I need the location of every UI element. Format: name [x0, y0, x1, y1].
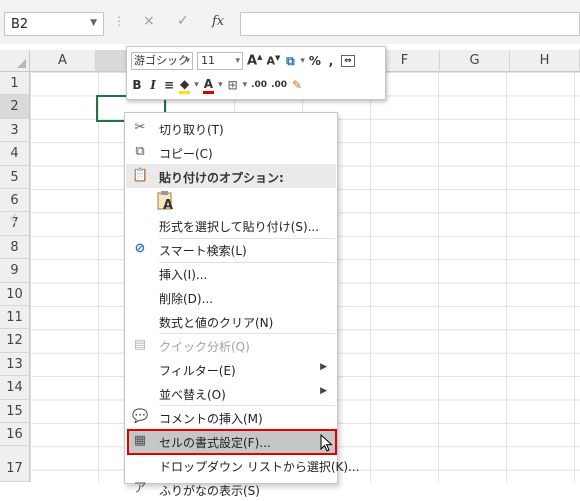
clipboard-icon: 📋	[132, 168, 149, 183]
column-header-h[interactable]: H	[510, 50, 580, 72]
row-header[interactable]: 12	[0, 329, 30, 353]
drag-handle-icon[interactable]: ⋮	[113, 14, 126, 28]
phonetic-icon: ア	[133, 481, 147, 496]
menu-item-paste-special[interactable]: 形式を選択して貼り付け(S)...	[125, 213, 337, 237]
name-box-value: B2	[11, 17, 29, 32]
menu-item-insert[interactable]: 挿入(I)...	[125, 261, 337, 285]
row-header[interactable]: 11	[0, 306, 30, 330]
menu-item-label: 並べ替え(O)	[159, 388, 226, 402]
row-header[interactable]: 10	[0, 282, 30, 306]
menu-item-label: クイック分析(Q)	[159, 340, 250, 354]
context-menu: ✂ 切り取り(T) ⧉ コピー(C) 📋 貼り付けのオプション: A 形式を選択…	[124, 112, 360, 498]
row-header[interactable]: 9	[0, 259, 30, 283]
merge-center-icon[interactable]: ⇔	[340, 55, 355, 67]
row-header[interactable]: 15	[0, 399, 30, 423]
menu-item-label: スマート検索(L)	[159, 244, 247, 258]
grow-font-button[interactable]: A▲	[247, 53, 262, 68]
menu-item-format-cells[interactable]: ▦ セルの書式設定(F)...	[125, 429, 337, 453]
chevron-down-icon[interactable]: ▾	[218, 80, 223, 90]
formula-input[interactable]	[240, 12, 580, 36]
chevron-down-icon[interactable]: ▾	[243, 80, 248, 90]
chevron-right-icon: ▶	[320, 386, 327, 396]
menu-item-show-phonetic[interactable]: ア ふりがなの表示(S)	[125, 477, 337, 501]
decrease-decimal-button[interactable]: .00	[251, 80, 267, 90]
font-color-button[interactable]: A	[202, 77, 215, 94]
chevron-right-icon: ▶	[320, 362, 327, 372]
menu-item-label: 数式と値のクリア(N)	[159, 316, 274, 330]
paste-option-label: A	[163, 198, 174, 213]
format-cells-icon: ▦	[133, 433, 147, 448]
row-header[interactable]: 5	[0, 165, 30, 189]
font-name-select[interactable]: 游ゴシック	[131, 52, 193, 70]
menu-item-label: ふりがなの表示(S)	[159, 484, 260, 498]
paste-options-label: 貼り付けのオプション:	[159, 171, 284, 185]
shrink-font-label: A	[266, 54, 275, 68]
menu-item-filter[interactable]: フィルター(E) ▶	[125, 357, 337, 381]
chevron-down-icon[interactable]: ▾	[194, 80, 199, 90]
mouse-cursor-icon	[320, 434, 333, 452]
column-header-a[interactable]: A	[30, 50, 96, 72]
format-painter-icon[interactable]: ✎	[291, 78, 303, 92]
borders-icon[interactable]: ⊞	[227, 78, 239, 92]
menu-item-label: 挿入(I)...	[159, 268, 208, 282]
menu-item-smart-lookup[interactable]: ⊘ スマート検索(L)	[125, 237, 337, 261]
menu-item-label: 切り取り(T)	[159, 123, 224, 137]
row-header[interactable]: 8	[0, 235, 30, 260]
menu-item-label: コピー(C)	[159, 147, 213, 161]
row-header[interactable]: 14	[0, 376, 30, 400]
row-header[interactable]: 1	[0, 72, 30, 96]
italic-button[interactable]: I	[147, 78, 159, 92]
bold-button[interactable]: B	[131, 78, 143, 92]
search-icon: ⊘	[134, 241, 146, 256]
chevron-down-icon[interactable]: ▼	[90, 18, 97, 28]
chevron-down-icon[interactable]: ▾	[300, 56, 305, 66]
name-box[interactable]: B2 ▼	[4, 12, 104, 36]
number-format-icon[interactable]: ⧉	[284, 54, 296, 69]
formula-bar: B2 ▼ ⋮ × ✓ fx	[0, 0, 580, 44]
row-header[interactable]: 3	[0, 118, 30, 143]
comma-button[interactable]: ,	[325, 54, 337, 68]
row-header[interactable]: 17	[0, 446, 30, 482]
row-header[interactable]: 4	[0, 142, 30, 166]
scissors-icon: ✂	[134, 120, 146, 135]
percent-button[interactable]: %	[309, 54, 321, 68]
row-header[interactable]: 13	[0, 352, 30, 377]
mini-toolbar: 游ゴシック 11 A▲ A▼ ⧉ ▾ % , ⇔ B I ≡ ◆ ▾ A ▾ ⊞…	[126, 46, 386, 100]
grow-font-label: A	[247, 53, 258, 69]
menu-item-label: コメントの挿入(M)	[159, 412, 263, 426]
shrink-font-button[interactable]: A▼	[266, 54, 280, 68]
chevron-left-icon: ‹	[8, 203, 19, 233]
menu-item-sort[interactable]: 並べ替え(O) ▶	[125, 381, 337, 405]
column-header-g[interactable]: G	[440, 50, 510, 72]
menu-item-clear-contents[interactable]: 数式と値のクリア(N)	[125, 309, 337, 333]
menu-item-label: セルの書式設定(F)...	[159, 436, 271, 450]
cancel-icon[interactable]: ×	[143, 13, 155, 29]
align-center-button[interactable]: ≡	[163, 78, 175, 92]
copy-icon: ⧉	[135, 144, 145, 159]
menu-item-delete[interactable]: 削除(D)...	[125, 285, 337, 309]
select-all-corner[interactable]	[0, 50, 30, 72]
menu-item-copy[interactable]: ⧉ コピー(C)	[125, 140, 337, 164]
menu-item-cut[interactable]: ✂ 切り取り(T)	[125, 116, 337, 140]
row-header[interactable]: 16	[0, 423, 30, 447]
fill-color-icon[interactable]: ◆	[179, 77, 191, 94]
menu-item-label: 削除(D)...	[159, 292, 214, 306]
enter-icon[interactable]: ✓	[177, 13, 189, 29]
quick-analysis-icon: ▤	[133, 337, 147, 352]
comment-icon: 💬	[132, 409, 149, 424]
menu-item-pick-from-list[interactable]: ドロップダウン リストから選択(K)...	[125, 453, 360, 477]
menu-item-insert-comment[interactable]: 💬 コメントの挿入(M)	[125, 405, 337, 429]
font-size-select[interactable]: 11	[197, 52, 243, 70]
menu-item-label: フィルター(E)	[159, 364, 236, 378]
increase-decimal-button[interactable]: .00	[271, 80, 287, 90]
menu-item-label: ドロップダウン リストから選択(K)...	[159, 460, 360, 474]
paste-option-button[interactable]: A	[155, 191, 177, 215]
menu-item-quick-analysis[interactable]: ▤ クイック分析(Q)	[125, 333, 337, 357]
paste-options-header: 📋 貼り付けのオプション:	[126, 164, 336, 188]
row-header[interactable]: 2	[0, 95, 30, 119]
menu-item-label: 形式を選択して貼り付け(S)...	[159, 220, 320, 234]
insert-function-icon[interactable]: fx	[212, 14, 224, 29]
